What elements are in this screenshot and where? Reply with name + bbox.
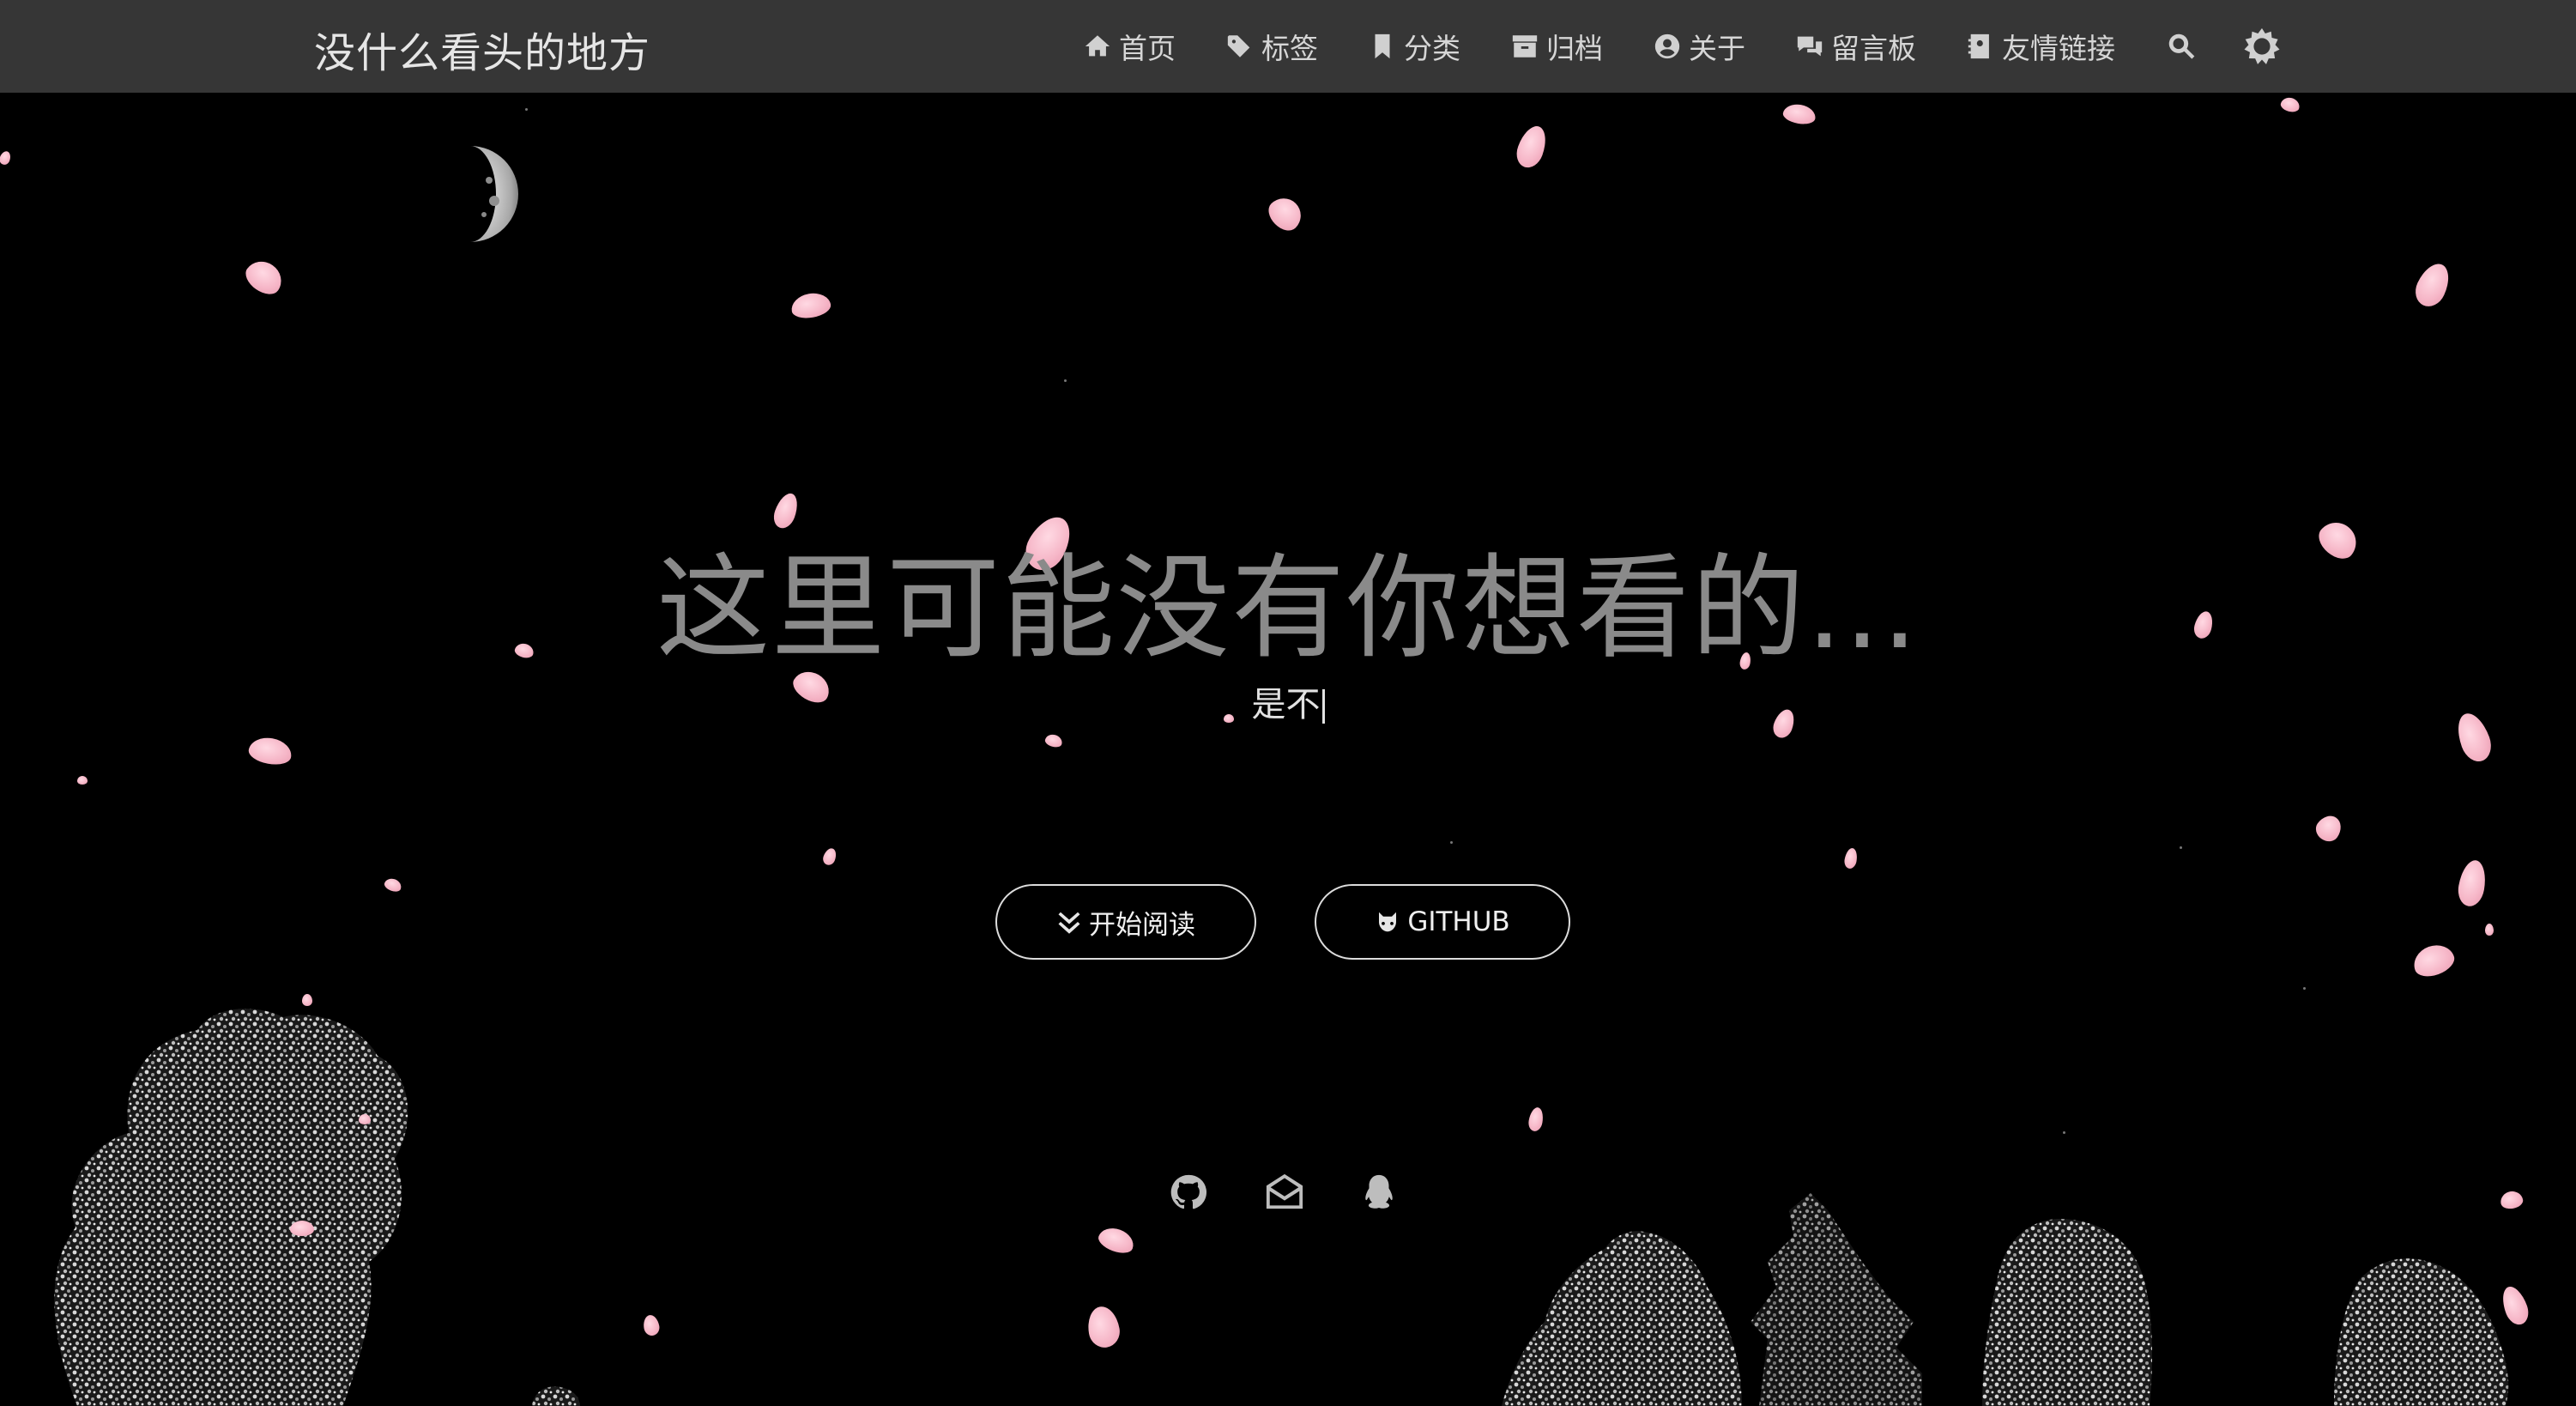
comments-icon: [1797, 36, 1823, 57]
nav-item-categories[interactable]: 分类: [1368, 26, 1460, 67]
start-reading-button[interactable]: 开始阅读: [995, 884, 1256, 960]
hero-title: 这里可能没有你想看的...: [656, 542, 1920, 675]
typing-text: 是不: [1251, 685, 1321, 724]
theme-toggle-button[interactable]: [2242, 27, 2282, 66]
start-reading-label: 开始阅读: [1089, 909, 1195, 941]
petal: [77, 776, 88, 785]
nav-item-about[interactable]: 关于: [1653, 26, 1745, 67]
nav-item-home[interactable]: 首页: [1083, 26, 1176, 67]
nav-item-friend-links[interactable]: 友情链接: [1966, 26, 2115, 67]
page: 没什么看头的地方 首页 标签 分类 归档 关于 留言板 友情链接 这里可能没有你…: [0, 0, 2576, 1406]
github-label: GITHUB: [1407, 906, 1510, 937]
home-icon: [1085, 35, 1110, 57]
site-brand[interactable]: 没什么看头的地方: [314, 19, 650, 79]
petal: [302, 994, 312, 1006]
nav-item-label: 留言板: [1831, 32, 1916, 65]
nav-menu: 首页 标签 分类 归档 关于 留言板 友情链接: [1083, 0, 2326, 93]
nav-item-label: 标签: [1261, 32, 1318, 65]
bookmark-icon: [1375, 33, 1390, 59]
double-chevron-down-icon: [1058, 912, 1080, 934]
search-button[interactable]: [2165, 30, 2198, 63]
petal: [2485, 924, 2494, 936]
nav-item-archive[interactable]: 归档: [1510, 26, 1603, 67]
address-book-icon: [1968, 33, 1989, 59]
nav-item-guestbook[interactable]: 留言板: [1795, 26, 1916, 67]
nav-item-label: 归档: [1546, 32, 1603, 65]
tag-icon: [1227, 35, 1250, 58]
petal: [359, 1114, 371, 1124]
archive-icon: [1512, 35, 1538, 58]
nav-item-tags[interactable]: 标签: [1225, 26, 1318, 67]
hero-subtitle: 是不: [0, 676, 2576, 726]
nav-item-label: 友情链接: [2002, 32, 2115, 65]
nav-item-label: 关于: [1689, 32, 1745, 65]
search-icon: [2168, 33, 2195, 59]
user-circle-icon: [1654, 33, 1680, 59]
github-cat-icon: [1379, 912, 1397, 932]
navbar: 没什么看头的地方 首页 标签 分类 归档 关于 留言板 友情链接: [0, 0, 2576, 93]
petal: [290, 1221, 314, 1236]
nav-item-label: 分类: [1404, 32, 1460, 65]
github-button[interactable]: GITHUB: [1315, 884, 1570, 960]
typing-caret: [1321, 689, 1325, 724]
nav-item-label: 首页: [1119, 32, 1176, 65]
sun-gear-icon: [2244, 27, 2280, 64]
